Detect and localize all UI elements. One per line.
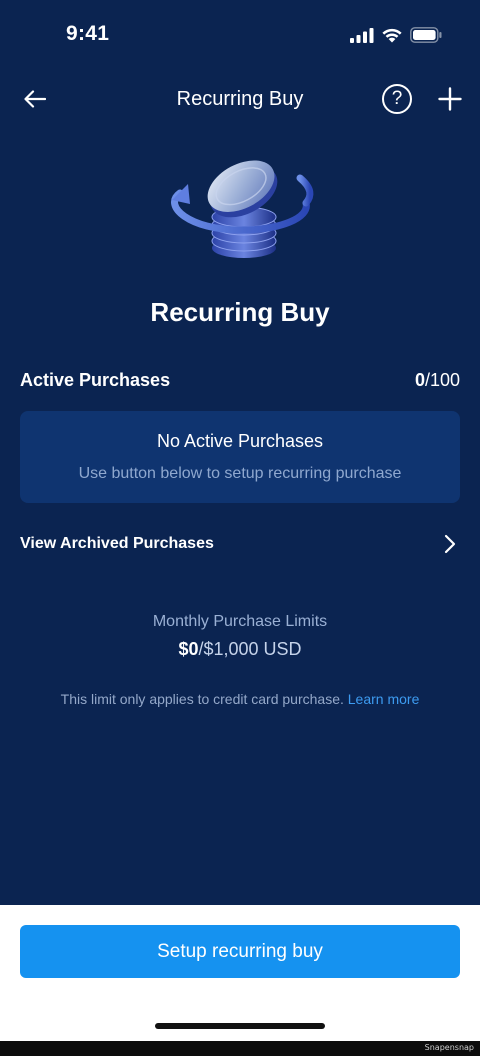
limits-used: $0: [178, 639, 199, 659]
learn-more-link[interactable]: Learn more: [348, 691, 420, 707]
watermark-strip: Snapensnap: [0, 1041, 480, 1056]
limits-note-text: This limit only applies to credit card p…: [60, 691, 344, 707]
wifi-icon: [382, 28, 402, 43]
status-bar: 9:41: [0, 0, 480, 72]
active-purchases-count: 0/100: [415, 370, 460, 391]
status-time: 9:41: [66, 22, 110, 45]
view-archived-label: View Archived Purchases: [20, 535, 214, 552]
nav-bar: Recurring Buy ?: [0, 76, 480, 122]
help-circle-icon: ?: [391, 88, 403, 109]
empty-state-title: No Active Purchases: [156, 431, 324, 451]
bottom-action-bar: Setup recurring buy: [0, 905, 480, 1041]
empty-state-subtitle: Use button below to setup recurring purc…: [78, 465, 402, 482]
view-archived-purchases-row[interactable]: View Archived Purchases: [20, 530, 460, 558]
active-purchases-header: Active Purchases 0/100: [20, 367, 460, 393]
active-count-current: 0: [414, 369, 425, 390]
watermark-text: Snapensnap: [424, 1043, 474, 1052]
active-count-max: /100: [424, 369, 460, 390]
status-icons: [350, 26, 442, 44]
help-button[interactable]: ?: [382, 84, 412, 114]
hero-title: Recurring Buy: [150, 297, 330, 327]
monthly-limits-label: Monthly Purchase Limits: [152, 613, 328, 630]
setup-recurring-buy-button[interactable]: Setup recurring buy: [20, 925, 460, 978]
home-indicator: [155, 1023, 325, 1029]
plus-icon: [438, 87, 462, 111]
coin-stack-icon: [171, 160, 314, 258]
recurring-buy-screen: 9:41 Recurring Buy ? Recurring Buy Activ…: [0, 0, 480, 1056]
signal-icon: [350, 27, 374, 43]
limits-note: This limit only applies to credit card p…: [0, 691, 480, 707]
add-button[interactable]: [436, 85, 464, 113]
monthly-limits-value: $0/$1,000 USD: [0, 639, 480, 660]
active-purchases-label: Active Purchases: [20, 369, 171, 390]
battery-icon: [410, 27, 442, 43]
limits-total: /$1,000 USD: [198, 639, 302, 659]
chevron-right-icon: [440, 534, 460, 554]
empty-purchases-card: No Active Purchases Use button below to …: [20, 411, 460, 503]
